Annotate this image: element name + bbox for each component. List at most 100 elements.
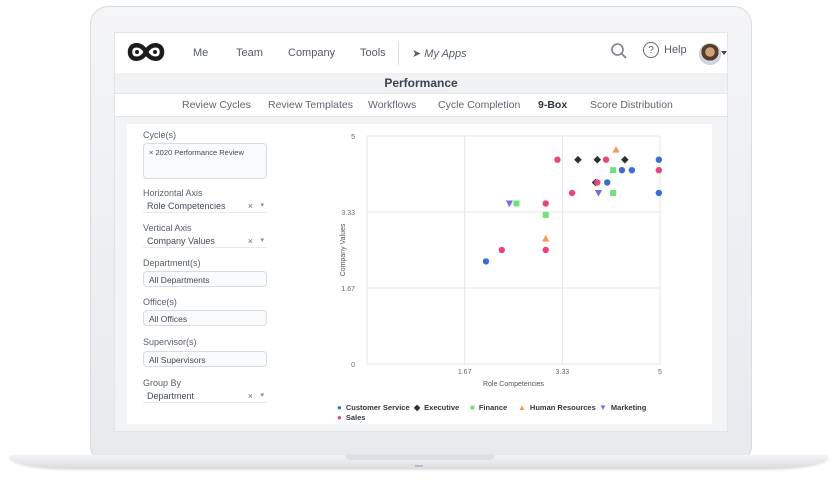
chevron-down-icon[interactable]: ▾: [260, 199, 264, 213]
top-navigation: Me Team Company Tools ➤ My Apps ? Help: [115, 33, 727, 74]
nav-team[interactable]: Team: [236, 47, 263, 59]
tab-9-box[interactable]: 9-Box: [538, 99, 567, 111]
tab-score-distribution[interactable]: Score Distribution: [590, 99, 673, 111]
legend-swatch: ●: [337, 413, 342, 422]
data-point: [594, 179, 601, 186]
y-tick-label: 0: [351, 362, 355, 369]
data-point: [610, 190, 617, 196]
legend-item[interactable]: ■ Finance: [470, 403, 507, 412]
y-tick-label: 1.67: [341, 286, 355, 293]
nav-divider: [398, 41, 399, 65]
close-icon[interactable]: ×: [149, 148, 153, 157]
infinity-logo[interactable]: [125, 39, 167, 70]
horizontal-axis-value: Role Competencies: [147, 201, 226, 211]
tab-review-cycles[interactable]: Review Cycles: [182, 99, 251, 111]
horizontal-axis-select[interactable]: Role Competencies × ▾: [143, 199, 267, 213]
tab-review-templates[interactable]: Review Templates: [268, 99, 353, 111]
legend-swatch: ■: [470, 403, 475, 412]
data-point: [594, 190, 603, 197]
data-point: [498, 246, 505, 254]
data-point: [655, 156, 663, 163]
nav-tools[interactable]: Tools: [360, 47, 386, 59]
clear-icon[interactable]: ×: [248, 234, 253, 248]
legend-item[interactable]: ◆ Executive: [414, 403, 459, 412]
help-icon: ?: [643, 42, 659, 58]
data-point: [655, 189, 663, 197]
nav-my-apps[interactable]: ➤ My Apps: [412, 47, 467, 60]
help-label: Help: [664, 44, 687, 56]
data-point: [542, 246, 549, 254]
avatar[interactable]: [699, 43, 721, 65]
group-by-value: Department: [147, 391, 195, 401]
search-icon[interactable]: [610, 42, 628, 65]
supervisor-select[interactable]: All Supervisors: [143, 351, 267, 367]
data-point: [542, 200, 549, 207]
legend-label: Customer Service: [345, 403, 410, 412]
screen: Me Team Company Tools ➤ My Apps ? Help P…: [115, 33, 727, 431]
data-point: [542, 211, 549, 218]
content-panel: Cycle(s) × 2020 Performance Review Horiz…: [127, 124, 712, 424]
data-point: [574, 155, 582, 164]
laptop-base-mark: [415, 465, 423, 467]
legend-item[interactable]: ● Sales: [337, 413, 365, 422]
clear-icon[interactable]: ×: [248, 389, 253, 403]
group-by-select[interactable]: Department × ▾: [143, 389, 267, 403]
data-point: [542, 234, 550, 242]
vertical-axis-value: Company Values: [147, 236, 215, 246]
data-point: [593, 155, 602, 164]
help-button[interactable]: ? Help: [643, 42, 687, 58]
legend-label: Executive: [424, 403, 460, 412]
data-point: [482, 258, 490, 265]
chevron-down-icon[interactable]: ▾: [260, 389, 264, 403]
legend-label: Human Resources: [529, 403, 596, 412]
tab-cycle-completion[interactable]: Cycle Completion: [438, 99, 520, 111]
chevron-down-icon[interactable]: ▾: [260, 234, 264, 248]
legend-swatch: ▲: [518, 403, 526, 412]
legend-label: Marketing: [610, 403, 647, 412]
cycles-label: Cycle(s): [143, 130, 176, 140]
legend-item[interactable]: ▲ Human Resources: [518, 403, 596, 412]
cycles-input[interactable]: × 2020 Performance Review: [143, 143, 267, 179]
vertical-axis-select[interactable]: Company Values × ▾: [143, 234, 267, 248]
legend-swatch: ●: [337, 403, 342, 412]
my-apps-label: My Apps: [424, 48, 467, 60]
data-point: [621, 155, 629, 164]
cycle-tag[interactable]: × 2020 Performance Review: [149, 148, 244, 157]
nine-box-chart: 5 3.33 1.67 0 1.67 3.33 5 Role Competencies Comp…: [340, 134, 663, 388]
page-title: Performance: [115, 73, 727, 94]
nav-company[interactable]: Company: [288, 47, 335, 59]
data-point: [513, 200, 520, 207]
legend-item[interactable]: ● Customer Service: [337, 403, 410, 412]
chevron-down-icon[interactable]: [721, 51, 727, 55]
data-point: [568, 189, 576, 197]
nav-me[interactable]: Me: [193, 47, 208, 59]
legend-label: Finance: [478, 403, 508, 412]
cycle-tag-label: 2020 Performance Review: [155, 148, 244, 157]
x-tick-label: 5: [658, 369, 662, 376]
laptop-notch: [345, 455, 495, 460]
data-point: [612, 145, 620, 153]
legend-label: Sales: [345, 413, 366, 422]
data-point: [628, 167, 636, 174]
department-select[interactable]: All Departments: [143, 271, 267, 287]
office-label: Office(s): [143, 297, 177, 307]
data-point: [505, 200, 513, 208]
legend-item[interactable]: ▼ Marketing: [599, 403, 646, 412]
legend-swatch: ◆: [414, 403, 421, 412]
tab-workflows[interactable]: Workflows: [368, 99, 416, 111]
group-by-label: Group By: [143, 378, 182, 388]
data-point: [602, 156, 610, 163]
paper-plane-icon: ➤: [412, 48, 422, 60]
horizontal-axis-label: Horizontal Axis: [143, 188, 203, 198]
x-axis-label: Role Competencies: [483, 381, 545, 388]
x-tick-label: 1.67: [458, 369, 472, 376]
department-label: Department(s): [143, 258, 201, 268]
data-point: [655, 167, 663, 174]
clear-icon[interactable]: ×: [248, 199, 253, 213]
office-select[interactable]: All Offices: [143, 310, 267, 326]
vertical-axis-label: Vertical Axis: [143, 223, 192, 233]
data-point: [554, 156, 561, 163]
y-tick-label: 3.33: [341, 210, 355, 217]
supervisor-label: Supervisor(s): [143, 337, 197, 347]
tab-bar: Review Cycles Review Templates Workflows…: [115, 94, 727, 117]
